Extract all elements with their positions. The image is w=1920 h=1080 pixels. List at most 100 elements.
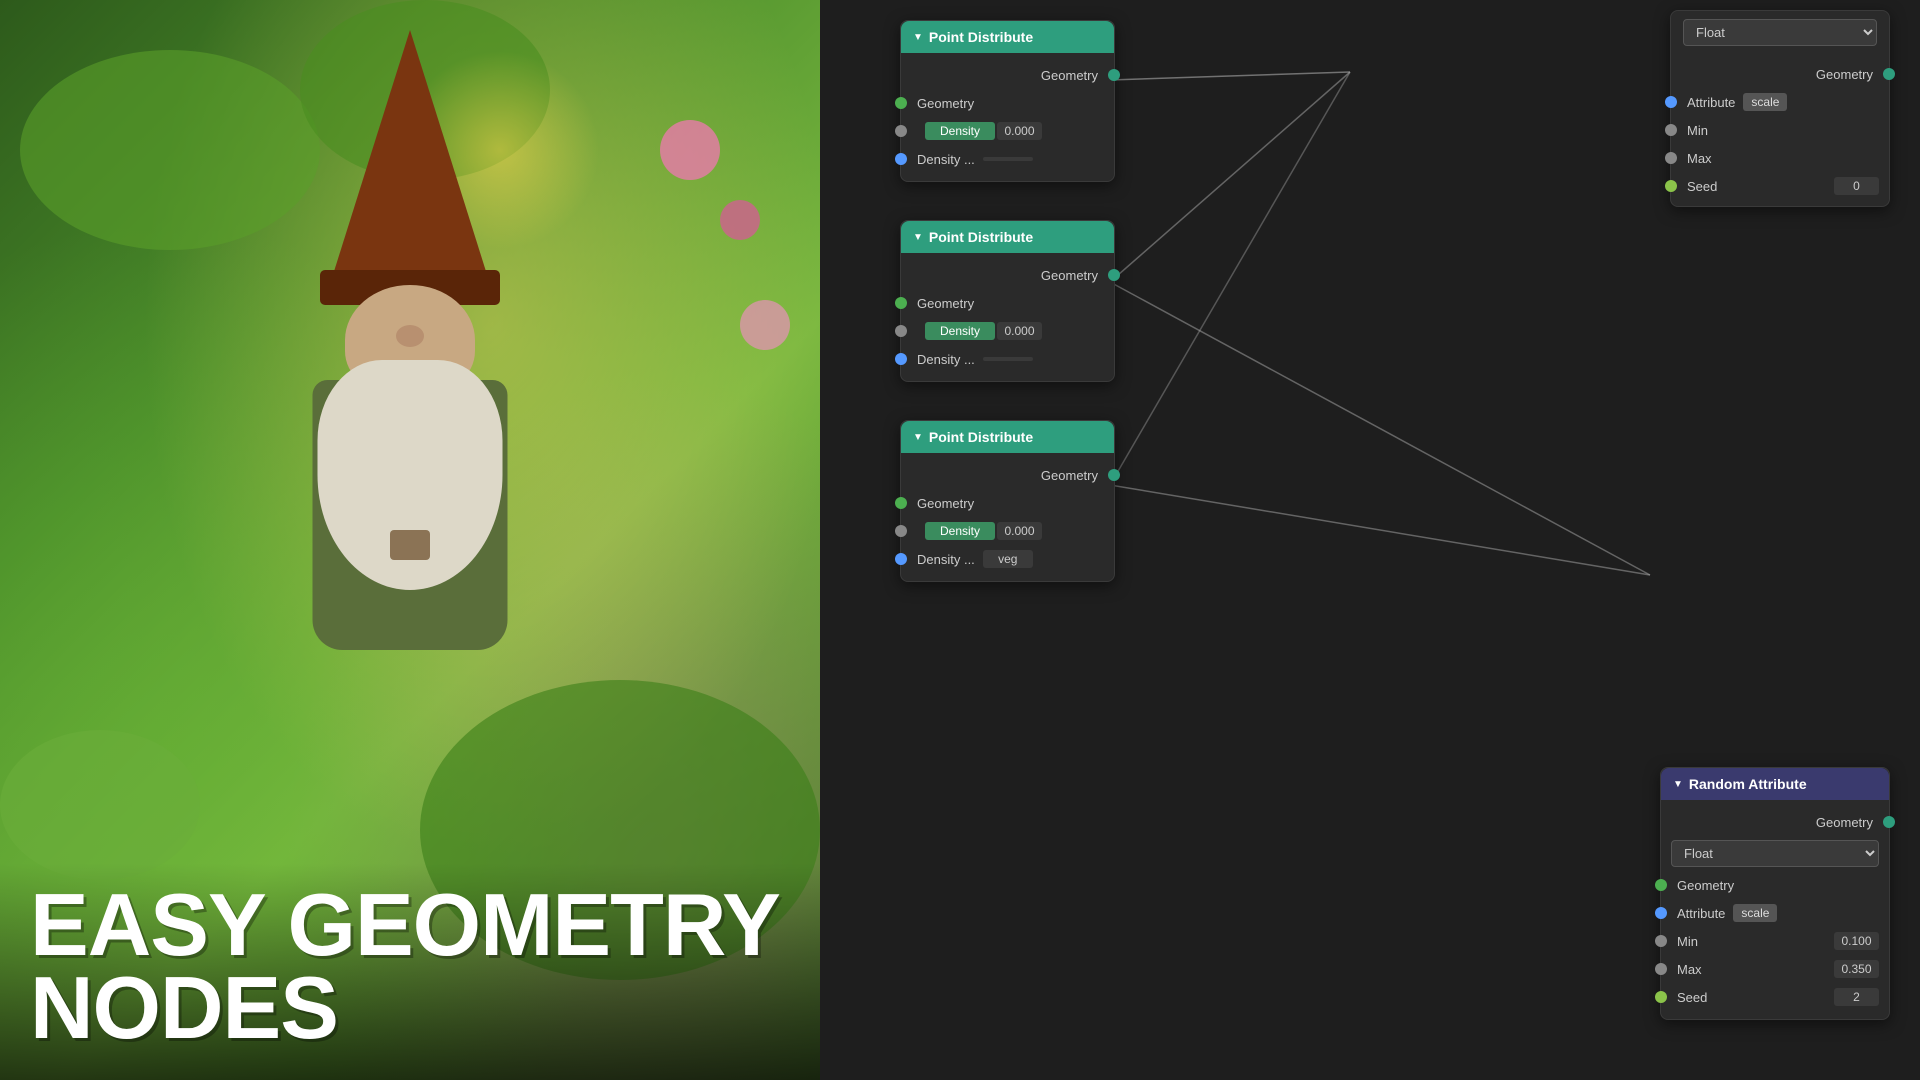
node-2-density-value[interactable]: 0.000	[997, 322, 1042, 340]
node-2-density-socket	[895, 325, 907, 337]
node-editor: Float Vector Color Geometry Attribute sc…	[820, 0, 1920, 1080]
flower-detail	[740, 300, 790, 350]
node-3-density-value[interactable]: 0.000	[997, 522, 1042, 540]
node-1-geom-out-label: Geometry	[1041, 68, 1098, 83]
random-attribute-node: ▼ Random Attribute Geometry Float Vector…	[1660, 767, 1890, 1020]
float-node-body: Geometry Attribute scale Min Max	[1671, 54, 1889, 206]
random-node-title: Random Attribute	[1689, 776, 1807, 792]
float-min-row: Min	[1671, 116, 1889, 144]
random-min-row: Min 0.100	[1661, 927, 1889, 955]
random-max-value: 0.350	[1834, 960, 1879, 978]
random-attr-socket	[1655, 907, 1667, 919]
float-geometry-label: Geometry	[1816, 67, 1873, 82]
gnome-nose	[396, 325, 424, 347]
random-geom-out-socket	[1883, 816, 1895, 828]
node-1-density-extra-label: Density ...	[917, 152, 975, 167]
random-geom-in-label: Geometry	[1677, 878, 1734, 893]
node-2-density-extra: Density ...	[901, 345, 1114, 373]
float-node: Float Vector Color Geometry Attribute sc…	[1670, 10, 1890, 207]
node-1-density-label[interactable]: Density	[925, 122, 995, 140]
node-1-density-extra-value	[983, 157, 1033, 161]
node-3-density-extra-socket	[895, 553, 907, 565]
random-geom-out: Geometry	[1661, 808, 1889, 836]
node-2-density-extra-value	[983, 357, 1033, 361]
float-type-select[interactable]: Float Vector Color	[1683, 19, 1877, 46]
node-1-geom-out-socket	[1108, 69, 1120, 81]
float-seed-row: Seed 0	[1671, 172, 1889, 200]
node-3-density-field: Density 0.000	[925, 522, 1042, 540]
float-max-label: Max	[1687, 151, 1712, 166]
random-min-socket	[1655, 935, 1667, 947]
node-2-density-row: Density 0.000	[901, 317, 1114, 345]
node-3-density-extra: Density ... veg	[901, 545, 1114, 573]
node-3-density-socket	[895, 525, 907, 537]
float-seed-label: Seed	[1687, 179, 1717, 194]
node-1-geom-in-socket	[895, 97, 907, 109]
node-2-geom-in-socket	[895, 297, 907, 309]
node-3-geom-in-label: Geometry	[917, 496, 974, 511]
gnome-belt	[390, 530, 430, 560]
node-3-geom-in-socket	[895, 497, 907, 509]
node-3-density-label[interactable]: Density	[925, 522, 995, 540]
random-attr-label: Attribute	[1677, 906, 1725, 921]
node-2-geom-in-label: Geometry	[917, 296, 974, 311]
random-node-arrow: ▼	[1673, 779, 1683, 790]
random-attr-value: scale	[1733, 904, 1777, 922]
float-seed-socket	[1665, 180, 1677, 192]
node-3-density-row: Density 0.000	[901, 517, 1114, 545]
title-overlay: EASY GEOMETRY NODES	[0, 863, 820, 1080]
float-attribute-value: scale	[1743, 93, 1787, 111]
node-3-header: ▼ Point Distribute	[901, 421, 1114, 453]
point-distribute-node-2: ▼ Point Distribute Geometry Geometry Den…	[900, 220, 1115, 382]
node-2-density-label[interactable]: Density	[925, 322, 995, 340]
float-attribute-socket	[1665, 96, 1677, 108]
gnome-hat	[325, 30, 495, 300]
node-3-geom-out: Geometry	[901, 461, 1114, 489]
node-2-geom-out: Geometry	[901, 261, 1114, 289]
random-max-row: Max 0.350	[1661, 955, 1889, 983]
node-1-density-extra: Density ...	[901, 145, 1114, 173]
node-1-geom-out: Geometry	[901, 61, 1114, 89]
gnome-figure	[220, 30, 600, 780]
node-1-density-socket	[895, 125, 907, 137]
float-min-label: Min	[1687, 123, 1708, 138]
random-node-body: Geometry Float Vector Color Geometry Att…	[1661, 800, 1889, 1019]
node-2-density-extra-socket	[895, 353, 907, 365]
foliage-detail	[0, 730, 200, 880]
node-2-title: Point Distribute	[929, 229, 1033, 245]
random-attr-row: Attribute scale	[1661, 899, 1889, 927]
node-2-header: ▼ Point Distribute	[901, 221, 1114, 253]
node-1-density-value[interactable]: 0.000	[997, 122, 1042, 140]
float-max-row: Max	[1671, 144, 1889, 172]
node-1-density-field: Density 0.000	[925, 122, 1042, 140]
random-max-label: Max	[1677, 962, 1702, 977]
main-title-line2: NODES	[30, 966, 790, 1050]
random-seed-label: Seed	[1677, 990, 1707, 1005]
node-3-geom-in: Geometry	[901, 489, 1114, 517]
node-2-geom-out-socket	[1108, 269, 1120, 281]
point-distribute-node-3: ▼ Point Distribute Geometry Geometry Den…	[900, 420, 1115, 582]
node-1-arrow: ▼	[913, 32, 923, 43]
node-1-geom-in: Geometry	[901, 89, 1114, 117]
random-seed-row: Seed 2	[1661, 983, 1889, 1011]
node-1-title: Point Distribute	[929, 29, 1033, 45]
random-seed-value: 2	[1834, 988, 1879, 1006]
node-3-arrow: ▼	[913, 432, 923, 443]
flower-detail	[660, 120, 720, 180]
node-3-geom-out-label: Geometry	[1041, 468, 1098, 483]
random-geom-in-socket	[1655, 879, 1667, 891]
point-distribute-node-1: ▼ Point Distribute Geometry Geometry Den…	[900, 20, 1115, 182]
node-1-geom-in-label: Geometry	[917, 96, 974, 111]
node-3-density-extra-value: veg	[983, 550, 1033, 568]
float-min-socket	[1665, 124, 1677, 136]
float-attribute-row: Attribute scale	[1671, 88, 1889, 116]
random-type-select[interactable]: Float Vector Color	[1671, 840, 1879, 867]
node-3-title: Point Distribute	[929, 429, 1033, 445]
node-1-header: ▼ Point Distribute	[901, 21, 1114, 53]
float-node-header: Float Vector Color	[1671, 11, 1889, 54]
node-2-body: Geometry Geometry Density 0.000 Density …	[901, 253, 1114, 381]
node-1-body: Geometry Geometry Density 0.000 Density …	[901, 53, 1114, 181]
node-2-density-extra-label: Density ...	[917, 352, 975, 367]
float-attribute-label: Attribute	[1687, 95, 1735, 110]
node-3-geom-out-socket	[1108, 469, 1120, 481]
